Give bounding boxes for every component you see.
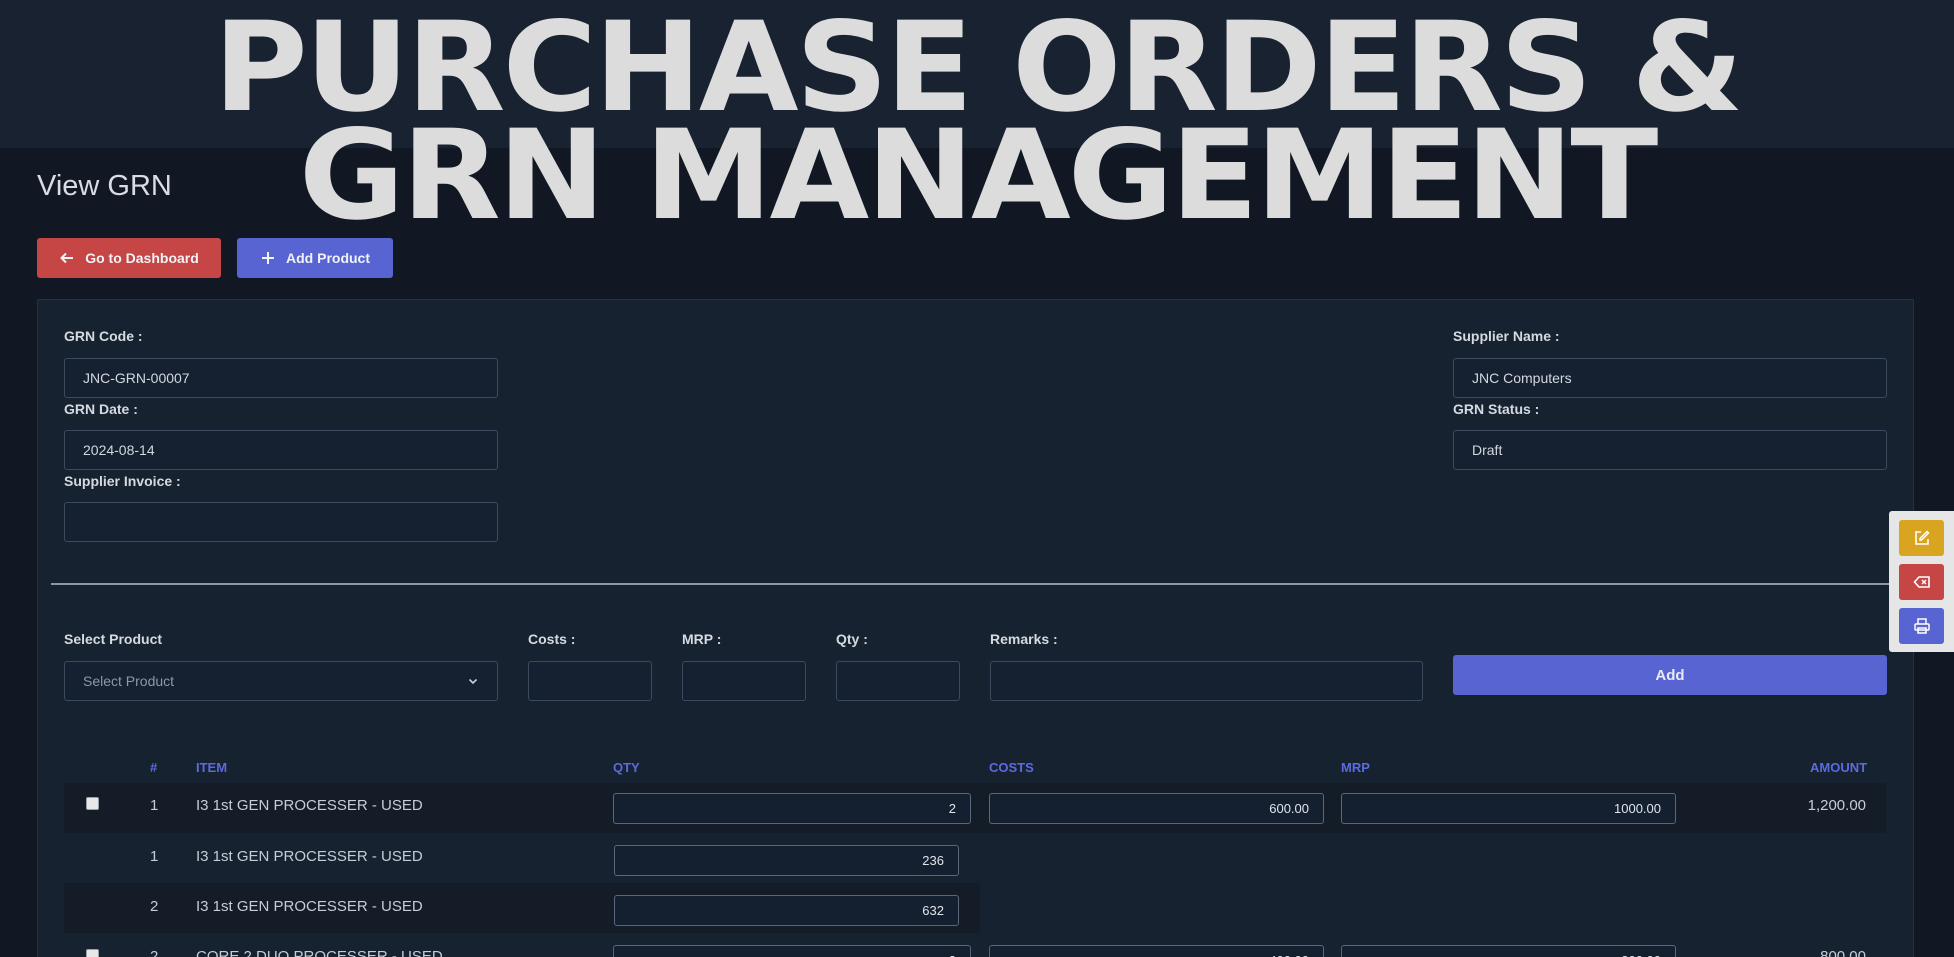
remarks-label: Remarks : — [990, 631, 1058, 647]
select-product-label: Select Product — [64, 631, 163, 647]
header-costs: COSTS — [989, 760, 1034, 775]
header-mrp: MRP — [1341, 760, 1370, 775]
backspace-icon — [1912, 576, 1930, 588]
qty-label: Qty : — [836, 631, 868, 647]
edit-button[interactable] — [1899, 520, 1944, 556]
subrow-item: I3 1st GEN PROCESSER - USED — [196, 898, 423, 915]
header-index: # — [150, 760, 158, 775]
go-to-dashboard-label: Go to Dashboard — [85, 250, 199, 266]
row-costs-input[interactable]: 400.00 — [989, 945, 1324, 957]
row-costs-input[interactable]: 600.00 — [989, 793, 1324, 824]
supplier-invoice-label: Supplier Invoice : — [64, 473, 181, 489]
grn-date-field[interactable]: 2024-08-14 — [64, 430, 498, 470]
row-item: CORE 2 DUO PROCESSER - USED — [196, 948, 443, 957]
supplier-name-field[interactable]: JNC Computers — [1453, 358, 1887, 398]
row-qty-input[interactable]: 2 — [613, 945, 971, 957]
row-checkbox[interactable] — [86, 797, 99, 810]
header-amount: AMOUNT — [1810, 760, 1868, 775]
grn-status-field[interactable]: Draft — [1453, 430, 1887, 470]
mrp-label: MRP : — [682, 631, 722, 647]
supplier-invoice-field[interactable] — [64, 502, 498, 542]
row-qty-input[interactable]: 2 — [613, 793, 971, 824]
add-product-label: Add Product — [286, 250, 370, 266]
add-line-button[interactable]: Add — [1453, 655, 1887, 695]
row-index: 2 — [150, 948, 159, 957]
costs-input[interactable] — [528, 661, 652, 701]
grn-code-field[interactable]: JNC-GRN-00007 — [64, 358, 498, 398]
overlay-title: PURCHASE ORDERS & GRN MANAGEMENT — [0, 6, 1954, 248]
plus-icon — [262, 252, 274, 264]
row-mrp-input[interactable]: 800.00 — [1341, 945, 1676, 957]
row-checkbox[interactable] — [86, 949, 99, 957]
grn-status-label: GRN Status : — [1453, 401, 1540, 417]
row-amount: 1,200.00 — [1807, 797, 1866, 814]
subrow-qty-input[interactable]: 632 — [614, 895, 959, 926]
subrow-qty-input[interactable]: 236 — [614, 845, 959, 876]
subrow-item: I3 1st GEN PROCESSER - USED — [196, 848, 423, 865]
delete-button[interactable] — [1899, 564, 1944, 600]
overlay-title-line-2: GRN MANAGEMENT — [298, 104, 1659, 248]
chevron-down-icon — [468, 678, 478, 685]
costs-label: Costs : — [528, 631, 576, 647]
grn-code-label: GRN Code : — [64, 328, 143, 344]
header-item: ITEM — [196, 760, 228, 775]
mrp-input[interactable] — [682, 661, 806, 701]
row-item: I3 1st GEN PROCESSER - USED — [196, 797, 423, 814]
edit-icon — [1914, 530, 1930, 545]
go-to-dashboard-button[interactable]: Go to Dashboard — [37, 238, 221, 278]
arrow-left-icon — [60, 252, 74, 264]
subrow-index: 2 — [150, 898, 159, 915]
print-icon — [1913, 618, 1930, 634]
qty-input[interactable] — [836, 661, 960, 701]
row-amount: 800.00 — [1820, 948, 1866, 957]
row-index: 1 — [150, 797, 159, 814]
grn-date-label: GRN Date : — [64, 401, 138, 417]
remarks-input[interactable] — [990, 661, 1423, 701]
side-action-panel — [1889, 511, 1954, 652]
row-mrp-input[interactable]: 1000.00 — [1341, 793, 1676, 824]
supplier-name-label: Supplier Name : — [1453, 328, 1560, 344]
subrow-index: 1 — [150, 848, 159, 865]
print-button[interactable] — [1899, 608, 1944, 644]
select-product-placeholder: Select Product — [83, 673, 175, 689]
select-product-dropdown[interactable]: Select Product — [64, 661, 498, 701]
header-qty: QTY — [613, 760, 640, 775]
section-divider — [51, 583, 1891, 585]
